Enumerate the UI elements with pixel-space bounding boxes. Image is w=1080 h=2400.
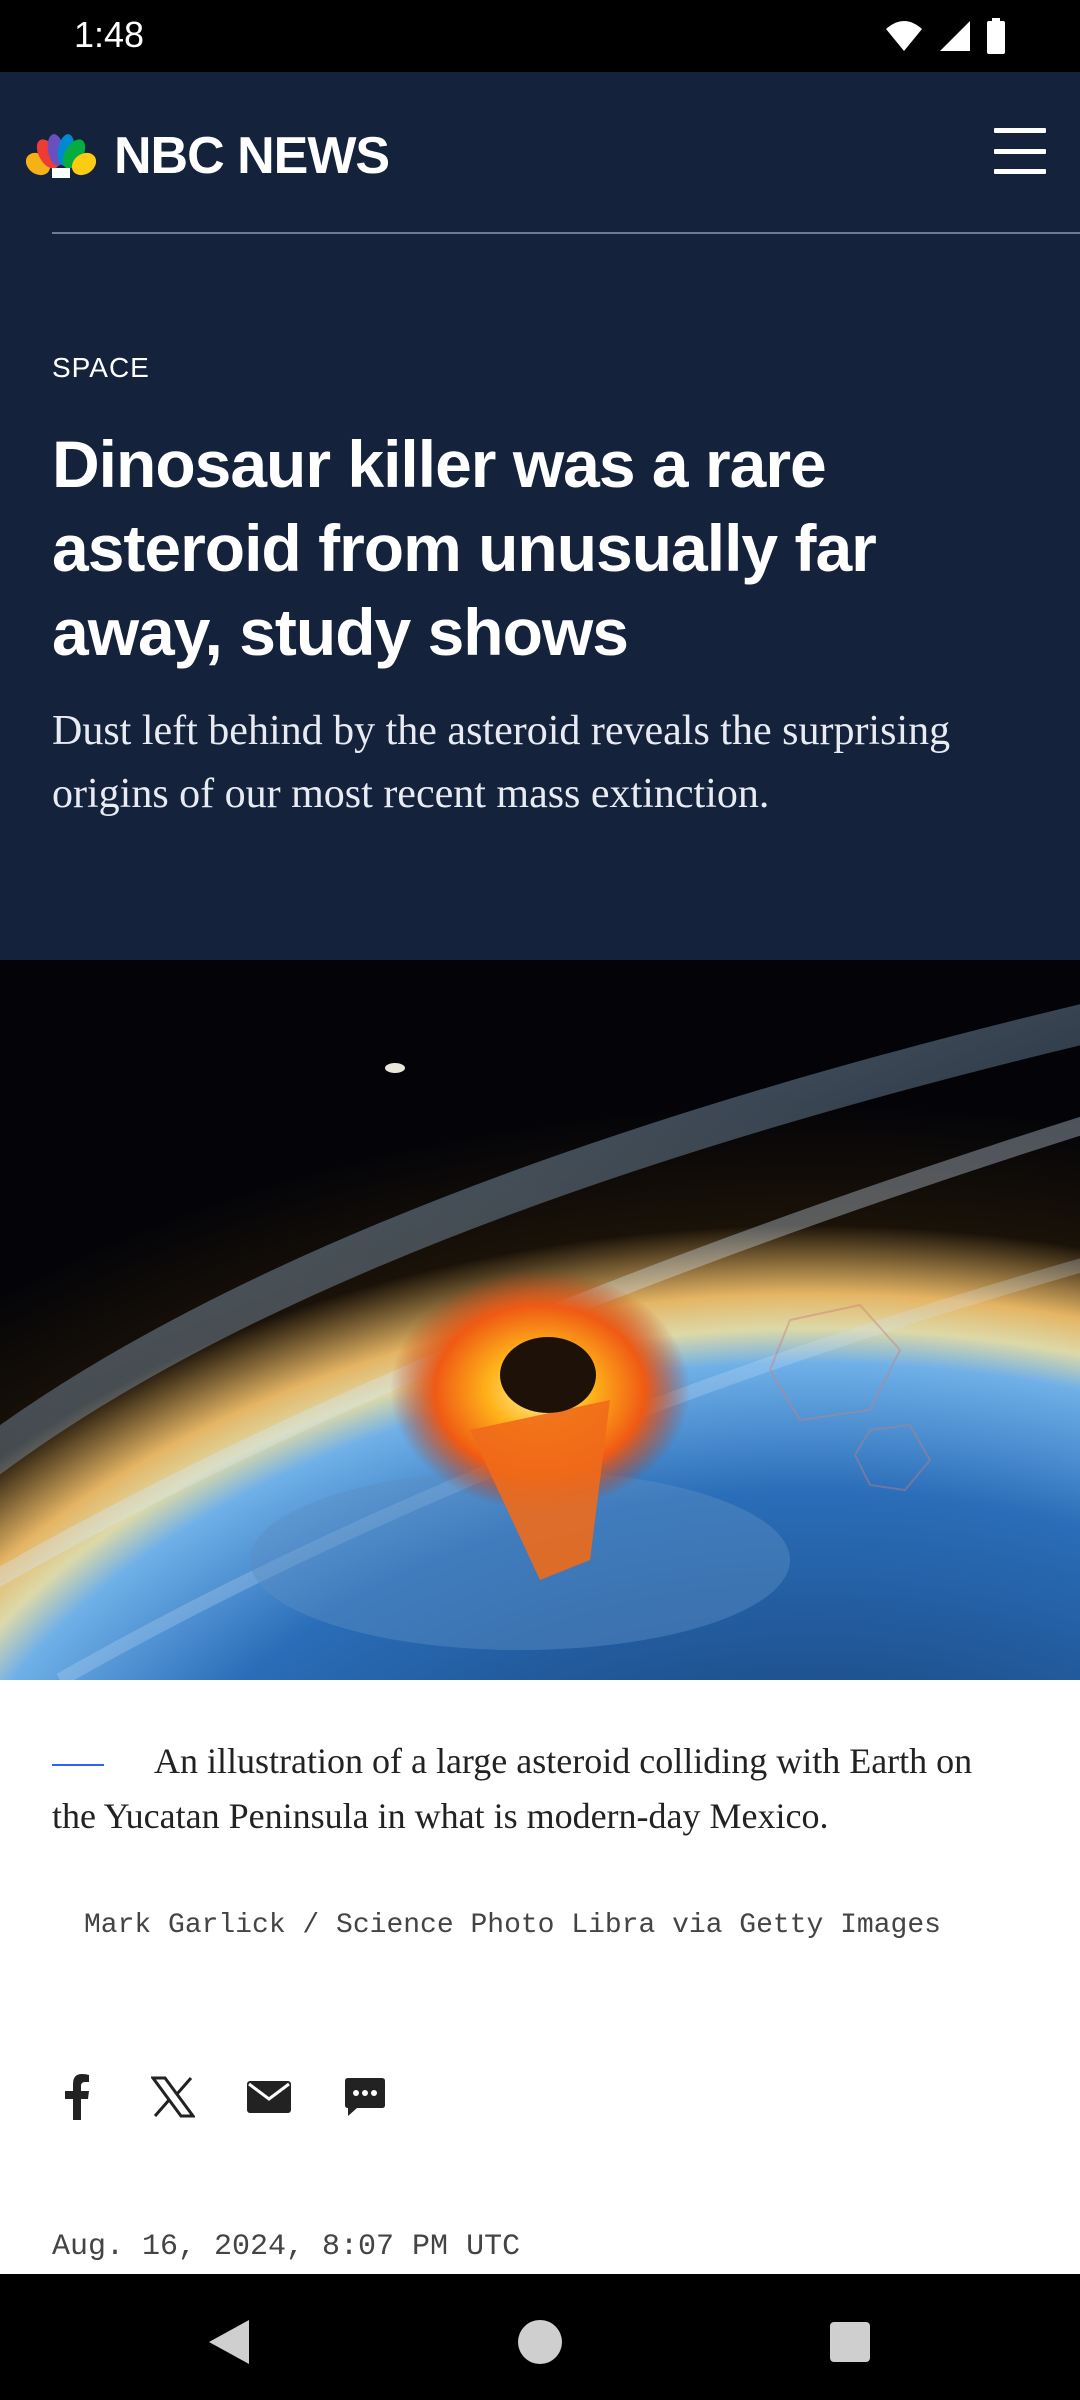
share-buttons	[52, 2072, 390, 2122]
comments-icon	[345, 2078, 385, 2116]
home-icon	[518, 2320, 562, 2364]
header-divider	[52, 232, 1080, 234]
x-icon	[151, 2076, 195, 2118]
email-icon	[247, 2081, 291, 2113]
cell-signal-icon	[940, 21, 970, 51]
publish-timestamp: Aug. 16, 2024, 8:07 PM UTC	[52, 2230, 521, 2264]
hamburger-menu-icon	[994, 128, 1046, 133]
home-button[interactable]	[510, 2312, 570, 2372]
back-icon	[209, 2320, 249, 2364]
wifi-icon	[886, 21, 922, 51]
image-caption: An illustration of a large asteroid coll…	[52, 1741, 973, 1836]
comments-button[interactable]	[340, 2072, 390, 2122]
brand-name: NBC NEWS	[114, 127, 390, 185]
headline: Dinosaur killer was a rare asteroid from…	[52, 427, 877, 669]
recents-button[interactable]	[820, 2312, 880, 2372]
system-navigation-bar	[0, 2274, 1080, 2400]
asteroid-impact-illustration	[0, 960, 1080, 1680]
facebook-icon	[65, 2074, 89, 2120]
share-email-button[interactable]	[244, 2072, 294, 2122]
menu-button[interactable]	[994, 128, 1046, 174]
section-label[interactable]: SPACE	[52, 352, 150, 384]
status-bar: 1:48	[0, 0, 1080, 72]
battery-icon	[987, 18, 1005, 54]
back-button[interactable]	[198, 2312, 258, 2372]
recents-icon	[830, 2322, 870, 2362]
status-time: 1:48	[74, 14, 145, 55]
article-dek: Dust left behind by the asteroid reveals…	[52, 708, 951, 817]
share-x-button[interactable]	[148, 2072, 198, 2122]
article-header: NBC NEWS SPACE Dinosaur killer was a rar…	[0, 72, 1080, 960]
hero-image	[0, 960, 1080, 1680]
nbc-news-logo[interactable]: NBC NEWS	[26, 126, 390, 186]
caption-accent-line	[52, 1763, 104, 1766]
image-credit: Mark Garlick / Science Photo Libra via G…	[84, 1910, 941, 1941]
image-caption-block: An illustration of a large asteroid coll…	[52, 1734, 1012, 1844]
share-facebook-button[interactable]	[52, 2072, 102, 2122]
status-icons	[884, 18, 1006, 54]
peacock-icon	[26, 134, 96, 178]
